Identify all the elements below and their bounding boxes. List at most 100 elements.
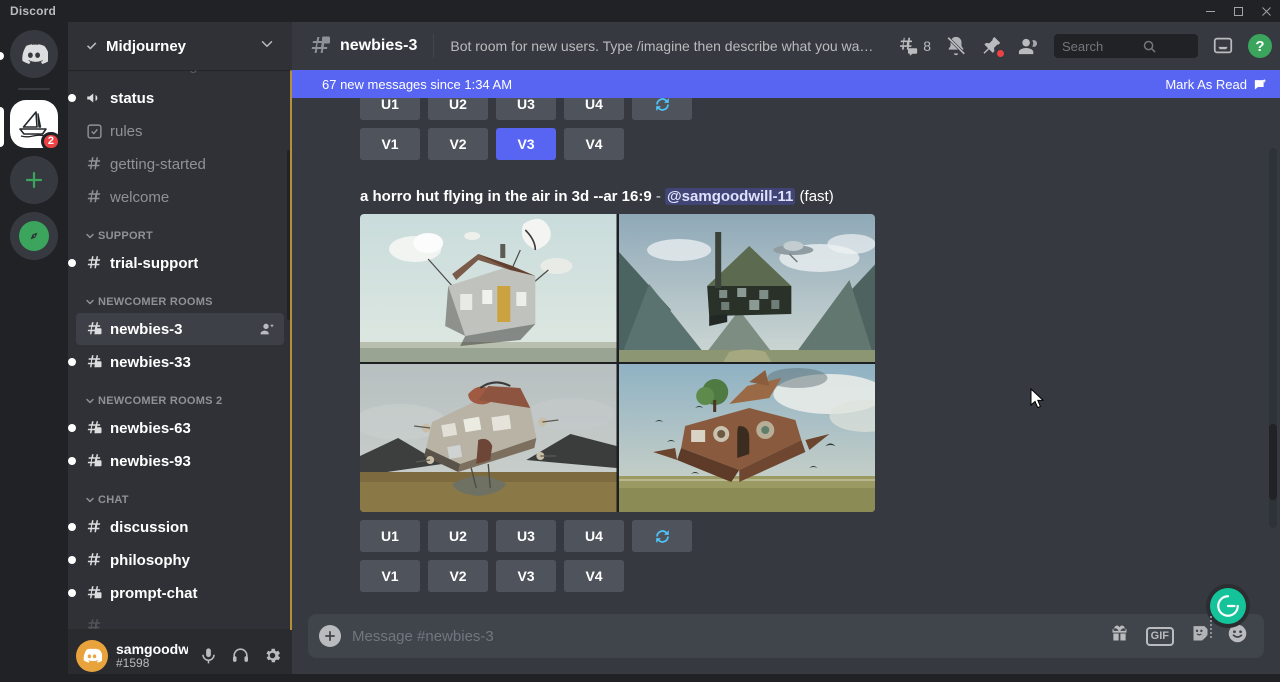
create-invite-icon[interactable]	[260, 321, 276, 337]
button-u4[interactable]: U4	[564, 520, 624, 552]
channel-name: discussion	[110, 519, 188, 536]
pinned-messages-icon[interactable]	[981, 35, 1003, 57]
plus-icon	[24, 170, 44, 190]
close-button[interactable]	[1252, 0, 1280, 22]
button-u1[interactable]: U1	[360, 520, 420, 552]
sidebar-item-prompt-chat[interactable]: prompt-chat	[76, 577, 284, 609]
avatar[interactable]	[76, 640, 108, 672]
category-chat[interactable]: CHAT	[68, 478, 292, 510]
image-cell-4[interactable]	[619, 364, 876, 512]
mark-read-icon	[1253, 77, 1268, 92]
search-icon	[1142, 39, 1192, 54]
gift-icon[interactable]	[1109, 623, 1130, 649]
button-v1[interactable]: V1	[360, 128, 420, 160]
microphone-icon[interactable]	[196, 642, 220, 670]
guild-midjourney-button[interactable]: 2	[10, 100, 58, 148]
guild-name: Midjourney	[106, 38, 258, 55]
threads-icon[interactable]	[897, 35, 919, 57]
message-scroller[interactable]: U1 U2 U3 U4 V1 V2 V3 V4	[292, 70, 1280, 614]
member-list-icon[interactable]	[1017, 35, 1040, 58]
channel-topic[interactable]: Bot room for new users. Type /imagine th…	[450, 38, 881, 54]
search-input[interactable]: Search	[1054, 34, 1198, 58]
unread-dot	[68, 94, 76, 102]
chevron-down-icon[interactable]	[258, 35, 276, 58]
sidebar-item-newbies-63[interactable]: newbies-63	[76, 412, 284, 444]
message-content: a horro hut flying in the air in 3d --ar…	[360, 182, 1232, 214]
button-v2[interactable]: V2	[428, 560, 488, 592]
explore-servers-button[interactable]	[10, 212, 58, 260]
guild-header[interactable]: Midjourney	[68, 22, 292, 70]
hash-private-icon	[84, 451, 104, 471]
mark-as-read-button[interactable]: Mark As Read	[1165, 77, 1268, 92]
message-scrollbar-thumb[interactable]	[1269, 424, 1277, 500]
sidebar-item-overflow[interactable]	[76, 610, 284, 629]
rail-divider	[18, 88, 50, 90]
message-input[interactable]: Message #newbies-3 GIF	[308, 614, 1264, 658]
gear-icon[interactable]	[260, 642, 284, 670]
chat-area: newbies-3 Bot room for new users. Type /…	[292, 22, 1280, 682]
sidebar-item-newbies-3[interactable]: newbies-3	[76, 313, 284, 345]
category-label: SUPPORT	[98, 230, 153, 242]
upscale-button-row: U1 U2 U3 U4	[360, 520, 1232, 552]
variation-button-row: V1 V2 V3 V4	[360, 128, 1232, 160]
minimize-button[interactable]	[1196, 0, 1224, 22]
help-icon[interactable]: ?	[1248, 34, 1272, 58]
user-mention[interactable]: @samgoodwill-11	[665, 188, 795, 205]
sidebar-item-newbies-33[interactable]: newbies-33	[76, 346, 284, 378]
sidebar-item-getting-started[interactable]: getting-started	[76, 148, 284, 180]
sticker-icon[interactable]	[1190, 623, 1211, 649]
notifications-off-icon[interactable]	[945, 35, 967, 57]
emoji-icon[interactable]	[1227, 623, 1248, 649]
headphones-icon[interactable]	[228, 642, 252, 670]
add-server-button[interactable]	[10, 156, 58, 204]
new-messages-banner[interactable]: 67 new messages since 1:34 AM Mark As Re…	[292, 70, 1280, 98]
image-grid[interactable]	[360, 214, 875, 512]
button-u3[interactable]: U3	[496, 520, 556, 552]
category-newcomer-rooms-2[interactable]: NEWCOMER ROOMS 2	[68, 379, 292, 411]
hash-icon	[84, 616, 104, 629]
attach-file-button[interactable]	[308, 614, 352, 658]
composer-placeholder: Message #newbies-3	[352, 628, 1109, 645]
image-cell-2[interactable]	[619, 214, 876, 362]
sidebar-item-status[interactable]: status	[76, 82, 284, 114]
user-identity[interactable]: samgoodw... #1598	[116, 641, 188, 671]
inbox-icon[interactable]	[1212, 35, 1234, 57]
composer-icons: GIF	[1109, 623, 1248, 649]
announcement-icon	[84, 70, 104, 75]
button-v3[interactable]: V3	[496, 128, 556, 160]
reroll-button[interactable]	[632, 520, 692, 552]
compass-icon	[19, 221, 49, 251]
button-v1[interactable]: V1	[360, 560, 420, 592]
grammarly-drag-handle[interactable]	[1209, 615, 1216, 624]
button-v2[interactable]: V2	[428, 128, 488, 160]
sidebar-item-discussion[interactable]: discussion	[76, 511, 284, 543]
maximize-button[interactable]	[1224, 0, 1252, 22]
gif-button[interactable]: GIF	[1146, 627, 1174, 646]
channel-name: newbies-63	[110, 420, 191, 437]
sidebar-item-newbies-93[interactable]: newbies-93	[76, 445, 284, 477]
category-support[interactable]: SUPPORT	[68, 214, 292, 246]
category-label: NEWCOMER ROOMS 2	[98, 395, 222, 407]
sidebar-item-welcome[interactable]: welcome	[76, 181, 284, 213]
guild-home-button[interactable]	[10, 30, 58, 78]
image-cell-3[interactable]	[360, 364, 617, 512]
channel-sidebar: Midjourney recent-changes	[68, 22, 292, 682]
button-u2[interactable]: U2	[428, 520, 488, 552]
sidebar-item-trial-support[interactable]: trial-support	[76, 247, 284, 279]
channel-name: rules	[110, 123, 143, 140]
window-controls	[1196, 0, 1280, 22]
sidebar-item-recent-changes[interactable]: recent-changes	[76, 70, 284, 81]
button-v4[interactable]: V4	[564, 560, 624, 592]
image-cell-1[interactable]	[360, 214, 617, 362]
window-bottom-edge	[0, 674, 1280, 682]
threads-count: 8	[923, 38, 931, 54]
mark-as-read-label: Mark As Read	[1165, 77, 1247, 92]
button-v4[interactable]: V4	[564, 128, 624, 160]
verified-check-icon	[84, 38, 100, 54]
page-title: newbies-3	[340, 37, 417, 55]
speed-label: (fast)	[800, 188, 834, 205]
sidebar-item-rules[interactable]: rules	[76, 115, 284, 147]
category-newcomer-rooms[interactable]: NEWCOMER ROOMS	[68, 280, 292, 312]
button-v3[interactable]: V3	[496, 560, 556, 592]
sidebar-item-philosophy[interactable]: philosophy	[76, 544, 284, 576]
